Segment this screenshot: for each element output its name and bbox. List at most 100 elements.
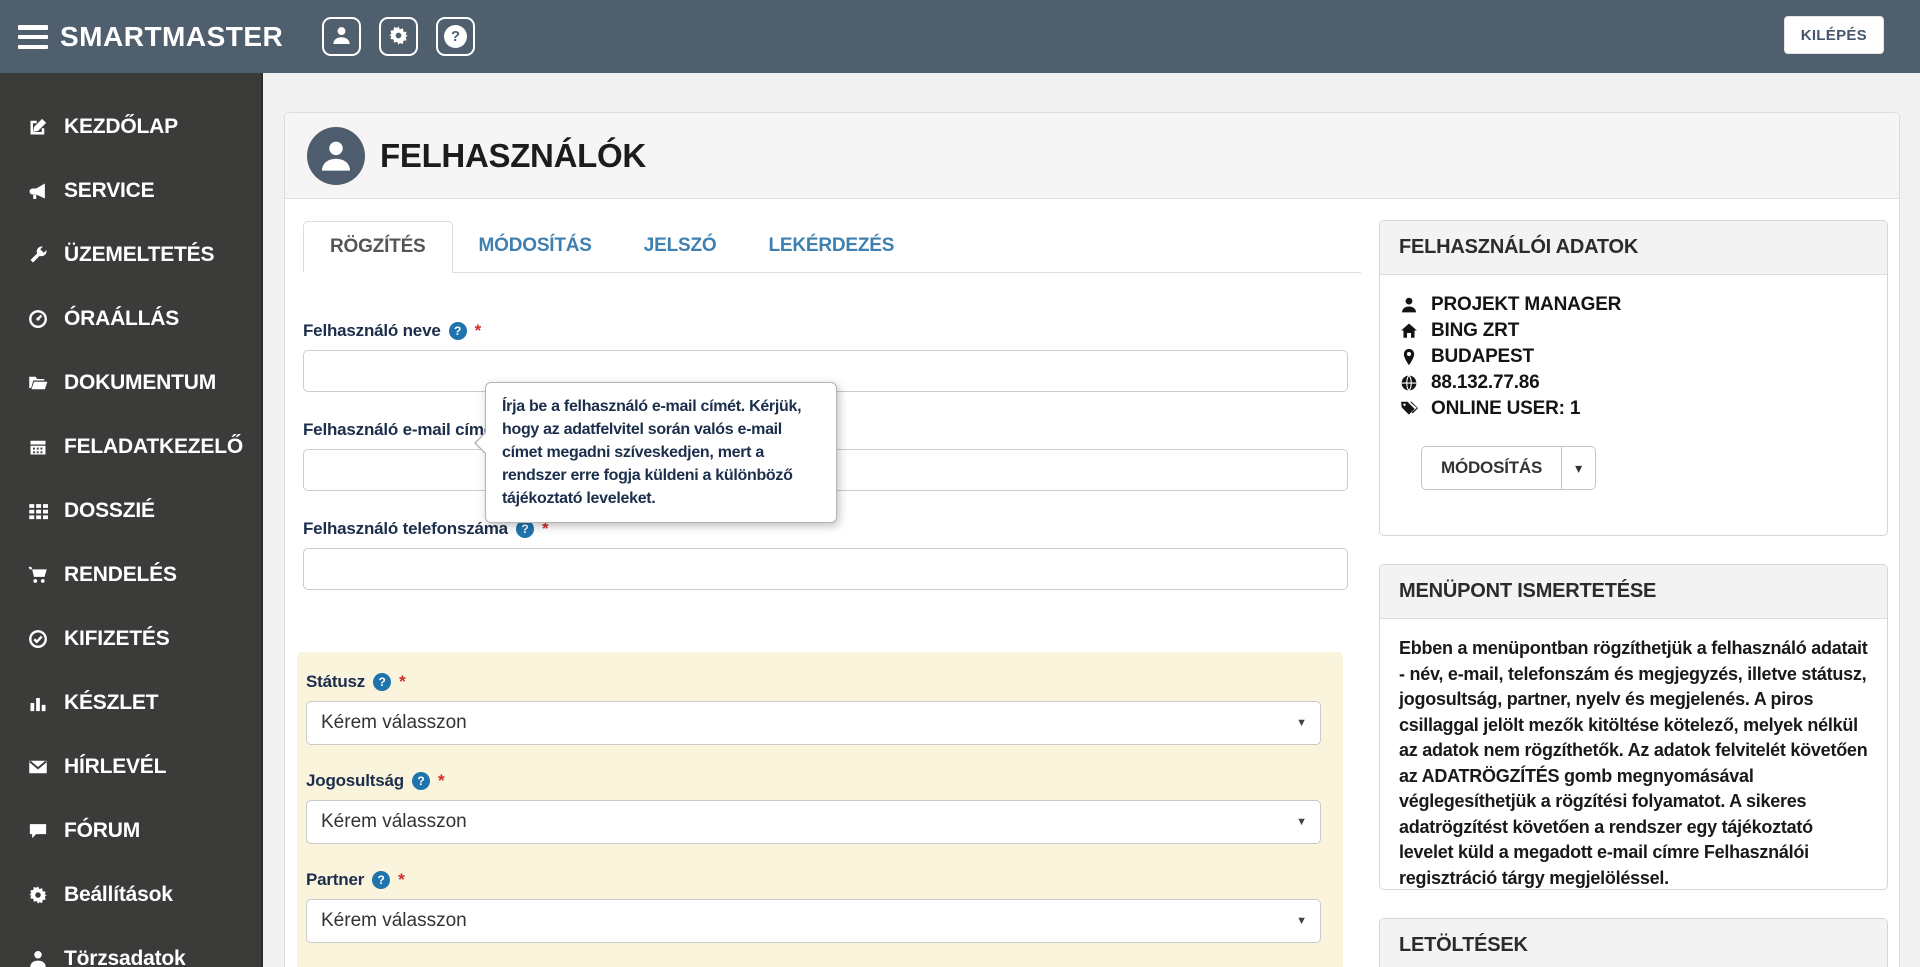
company-text: BING ZRT	[1431, 320, 1519, 342]
user-icon	[1399, 296, 1418, 315]
pencil-square-icon	[27, 116, 49, 138]
required-asterisk: *	[399, 672, 405, 692]
menu-toggle-icon[interactable]	[18, 25, 48, 49]
chevron-down-icon: ▼	[1296, 717, 1307, 729]
permission-help-icon[interactable]: ?	[412, 772, 430, 790]
megaphone-icon	[27, 180, 49, 202]
gauge-icon	[27, 308, 49, 330]
username-label: Felhasználó neve ? *	[303, 321, 1361, 341]
partner-field-group: Partner ? * Kérem válasszon ▼	[306, 870, 1323, 943]
online-users-text: ONLINE USER: 1	[1431, 398, 1580, 420]
tab-jelszo[interactable]: JELSZÓ	[618, 221, 743, 272]
status-select[interactable]: Kérem válasszon ▼	[306, 701, 1321, 745]
tab-rogzites[interactable]: RÖGZÍTÉS	[303, 221, 453, 273]
permission-label: Jogosultság ? *	[306, 771, 1323, 791]
home-icon	[1399, 322, 1418, 341]
permission-field-group: Jogosultság ? * Kérem válasszon ▼	[306, 771, 1323, 844]
permission-select[interactable]: Kérem válasszon ▼	[306, 800, 1321, 844]
sidebar-item-hirlevel[interactable]: HÍRLEVÉL	[0, 735, 261, 799]
required-asterisk: *	[398, 870, 404, 890]
grid-icon	[27, 500, 49, 522]
sidebar-item-forum[interactable]: FÓRUM	[0, 799, 261, 863]
phone-label-text: Felhasználó telefonszáma	[303, 519, 508, 539]
sidebar-item-dosszie[interactable]: DOSSZIÉ	[0, 479, 261, 543]
calendar-icon	[27, 436, 49, 458]
sidebar-item-beallitasok[interactable]: Beállítások	[0, 863, 261, 927]
check-circle-icon	[27, 628, 49, 650]
username-help-icon[interactable]: ?	[449, 322, 467, 340]
chevron-down-icon: ▼	[1296, 816, 1307, 828]
menu-info-panel: MENÜPONT ISMERTETÉSE Ebben a menüpontban…	[1379, 564, 1888, 890]
partner-label: Partner ? *	[306, 870, 1323, 890]
city-text: BUDAPEST	[1431, 346, 1534, 368]
settings-button[interactable]	[379, 17, 418, 56]
user-data-row: ONLINE USER: 1	[1399, 396, 1868, 422]
sidebar: KEZDŐLAP SERVICE ÜZEMELTETÉS ÓRAÁLLÁS DO…	[0, 73, 263, 967]
sidebar-item-oraallas[interactable]: ÓRAÁLLÁS	[0, 287, 261, 351]
wrench-icon	[27, 244, 49, 266]
tab-modositas[interactable]: MÓDOSÍTÁS	[453, 221, 618, 272]
logout-button[interactable]: KILÉPÉS	[1784, 16, 1884, 54]
status-label-text: Státusz	[306, 672, 365, 692]
sidebar-item-rendeles[interactable]: RENDELÉS	[0, 543, 261, 607]
sidebar-item-service[interactable]: SERVICE	[0, 159, 261, 223]
users-portlet: FELHASZNÁLÓK RÖGZÍTÉS MÓDOSÍTÁS JELSZÓ L…	[284, 112, 1900, 967]
partner-help-icon[interactable]: ?	[372, 871, 390, 889]
envelope-icon	[27, 756, 49, 778]
downloads-panel-title: LETÖLTÉSEK	[1380, 919, 1887, 967]
sidebar-item-kifizetes[interactable]: KIFIZETÉS	[0, 607, 261, 671]
phone-input[interactable]	[303, 548, 1348, 590]
page-title-bar: FELHASZNÁLÓK	[285, 113, 1899, 199]
user-data-row: BUDAPEST	[1399, 344, 1868, 370]
user-icon	[27, 948, 49, 967]
topbar-actions: ?	[322, 17, 475, 56]
required-asterisk: *	[438, 771, 444, 791]
user-data-panel-title: FELHASZNÁLÓI ADATOK	[1380, 221, 1887, 275]
help-button[interactable]: ?	[436, 17, 475, 56]
sidebar-item-dokumentum[interactable]: DOKUMENTUM	[0, 351, 261, 415]
sidebar-item-torzsadatok[interactable]: Törzsadatok	[0, 927, 261, 967]
menu-info-text: Ebben a menüpontban rögzíthetjük a felha…	[1399, 636, 1868, 890]
status-select-value: Kérem válasszon	[321, 712, 467, 734]
email-help-tooltip: Írja be a felhasználó e-mail címét. Kérj…	[485, 382, 837, 523]
chevron-down-icon: ▼	[1296, 915, 1307, 927]
permission-select-value: Kérem válasszon	[321, 811, 467, 833]
right-column: FELHASZNÁLÓI ADATOK PROJEKT MANAGER BING…	[1379, 220, 1888, 967]
gear-icon	[27, 884, 49, 906]
tab-lekerdezes[interactable]: LEKÉRDEZÉS	[743, 221, 921, 272]
question-icon: ?	[444, 25, 467, 48]
modify-split-button[interactable]: MÓDOSÍTÁS ▾	[1421, 446, 1596, 490]
username-label-text: Felhasználó neve	[303, 321, 441, 341]
user-data-row: PROJEKT MANAGER	[1399, 292, 1868, 318]
sidebar-item-feladatkezelo[interactable]: FELADATKEZELŐ	[0, 415, 261, 479]
sidebar-item-uzemeltetes[interactable]: ÜZEMELTETÉS	[0, 223, 261, 287]
bar-chart-icon	[27, 692, 49, 714]
globe-icon	[1399, 374, 1418, 393]
user-role-text: PROJEKT MANAGER	[1431, 294, 1621, 316]
status-help-icon[interactable]: ?	[373, 673, 391, 691]
comment-icon	[27, 820, 49, 842]
map-pin-icon	[1399, 348, 1418, 367]
modify-button-label[interactable]: MÓDOSÍTÁS	[1422, 447, 1562, 489]
tags-icon	[1399, 400, 1418, 419]
tab-bar: RÖGZÍTÉS MÓDOSÍTÁS JELSZÓ LEKÉRDEZÉS	[303, 221, 1361, 273]
cart-icon	[27, 564, 49, 586]
highlighted-select-section: Státusz ? * Kérem válasszon ▼ Jogosultsá…	[297, 652, 1343, 967]
sidebar-item-kezdolap[interactable]: KEZDŐLAP	[0, 95, 261, 159]
folder-open-icon	[27, 372, 49, 394]
phone-field-group: Felhasználó telefonszáma ? *	[303, 519, 1361, 590]
profile-button[interactable]	[322, 17, 361, 56]
permission-label-text: Jogosultság	[306, 771, 404, 791]
partner-select[interactable]: Kérem válasszon ▼	[306, 899, 1321, 943]
user-data-panel-body: PROJEKT MANAGER BING ZRT BUDAPEST 8	[1380, 275, 1887, 507]
sidebar-item-keszlet[interactable]: KÉSZLET	[0, 671, 261, 735]
user-data-panel: FELHASZNÁLÓI ADATOK PROJEKT MANAGER BING…	[1379, 220, 1888, 536]
partner-select-value: Kérem válasszon	[321, 910, 467, 932]
menu-info-panel-title: MENÜPONT ISMERTETÉSE	[1380, 565, 1887, 619]
app-brand: SMARTMASTER	[60, 0, 283, 73]
user-data-row: BING ZRT	[1399, 318, 1868, 344]
downloads-panel: LETÖLTÉSEK	[1379, 918, 1888, 967]
status-label: Státusz ? *	[306, 672, 1323, 692]
main-content: FELHASZNÁLÓK RÖGZÍTÉS MÓDOSÍTÁS JELSZÓ L…	[263, 73, 1920, 967]
caret-down-icon[interactable]: ▾	[1562, 447, 1595, 489]
